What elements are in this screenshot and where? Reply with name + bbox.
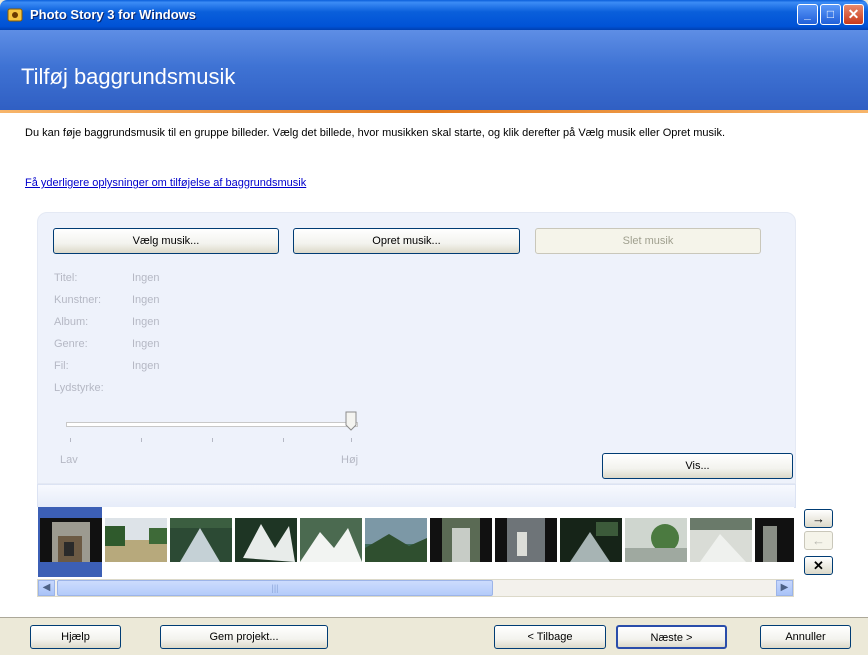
next-button[interactable]: Næste >: [616, 625, 727, 649]
filmstrip-thumbnail[interactable]: [170, 518, 232, 562]
remove-button[interactable]: ✕: [804, 556, 833, 575]
filmstrip-thumbnail[interactable]: [625, 518, 687, 562]
save-project-button[interactable]: Gem projekt...: [160, 625, 328, 649]
filmstrip-thumbnail[interactable]: [235, 518, 297, 562]
title-label: Titel:: [54, 272, 78, 284]
slider-tick: [141, 438, 142, 442]
filmstrip-thumbnail[interactable]: [105, 518, 167, 562]
preview-button[interactable]: Vis...: [602, 453, 793, 479]
filmstrip-thumbnail[interactable]: [495, 518, 557, 562]
album-label: Album:: [54, 316, 89, 328]
window-title: Photo Story 3 for Windows: [30, 7, 196, 22]
filmstrip-scrollbar[interactable]: ◀ ||| ▶: [37, 579, 794, 597]
volume-label: Lydstyrke:: [54, 382, 104, 394]
volume-high-label: Høj: [341, 454, 359, 466]
filmstrip-thumbnail[interactable]: [40, 518, 102, 562]
cancel-button[interactable]: Annuller: [760, 625, 851, 649]
back-button[interactable]: < Tilbage: [494, 625, 606, 649]
artist-label: Kunstner:: [54, 294, 102, 306]
file-label: Fil:: [54, 360, 69, 372]
move-left-button[interactable]: ←: [804, 531, 833, 550]
footer-divider: [0, 617, 868, 618]
create-music-button[interactable]: Opret musik...: [293, 228, 520, 254]
genre-label: Genre:: [54, 338, 88, 350]
maximize-button[interactable]: □: [820, 4, 841, 25]
music-timeline-bar: [37, 484, 796, 508]
music-panel: Vælg musik... Opret musik... Slet musik …: [37, 212, 796, 484]
filmstrip-thumbnail[interactable]: [430, 518, 492, 562]
filmstrip-thumbnail[interactable]: [755, 518, 794, 562]
file-value: Ingen: [132, 360, 160, 372]
delete-music-button[interactable]: Slet musik: [535, 228, 761, 254]
slider-tick: [351, 438, 352, 442]
filmstrip[interactable]: [37, 507, 794, 577]
slider-tick: [283, 438, 284, 442]
content-area: Du kan føje baggrundsmusik til en gruppe…: [0, 113, 868, 617]
filmstrip-thumbnail[interactable]: [300, 518, 362, 562]
volume-low-label: Lav: [60, 454, 78, 466]
genre-value: Ingen: [132, 338, 160, 350]
scrollbar-thumb[interactable]: |||: [57, 580, 493, 596]
minimize-button[interactable]: _: [797, 4, 818, 25]
instructions-text: Du kan føje baggrundsmusik til en gruppe…: [25, 127, 726, 139]
scroll-right-arrow[interactable]: ▶: [776, 580, 793, 596]
move-right-button[interactable]: →: [804, 509, 833, 528]
slider-tick: [70, 438, 71, 442]
title-value: Ingen: [132, 272, 160, 284]
filmstrip-thumbnail[interactable]: [365, 518, 427, 562]
volume-slider-track[interactable]: [66, 422, 358, 427]
wizard-header: Tilføj baggrundsmusik: [0, 30, 868, 110]
album-value: Ingen: [132, 316, 160, 328]
filmstrip-thumbnail[interactable]: [690, 518, 752, 562]
photo-story-icon: [7, 8, 23, 22]
title-bar: Photo Story 3 for Windows _ □ ✕: [0, 0, 868, 30]
scroll-left-arrow[interactable]: ◀: [38, 580, 55, 596]
help-link[interactable]: Få yderligere oplysninger om tilføjelse …: [25, 177, 306, 189]
choose-music-button[interactable]: Vælg musik...: [53, 228, 279, 254]
help-button[interactable]: Hjælp: [30, 625, 121, 649]
page-title: Tilføj baggrundsmusik: [21, 64, 236, 89]
preview-button-label: Vis...: [685, 460, 710, 472]
wizard-footer: Hjælp Gem projekt... < Tilbage Næste > A…: [0, 617, 868, 655]
artist-value: Ingen: [132, 294, 160, 306]
filmstrip-thumbnail[interactable]: [560, 518, 622, 562]
close-button[interactable]: ✕: [843, 4, 864, 25]
slider-tick: [212, 438, 213, 442]
volume-slider-thumb[interactable]: [345, 411, 357, 431]
